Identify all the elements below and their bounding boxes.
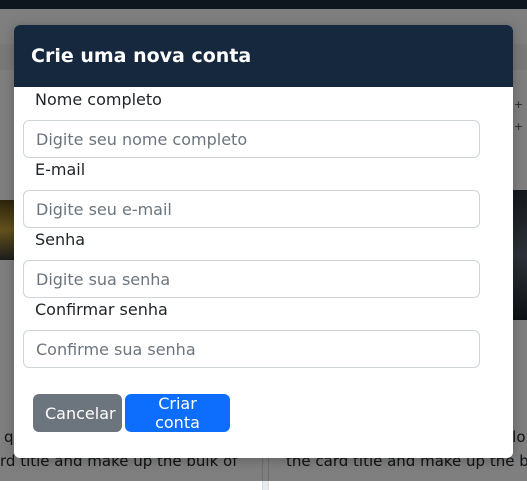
confirm-password-label: Confirmar senha bbox=[35, 300, 168, 319]
modal-title: Crie uma nova conta bbox=[31, 45, 252, 67]
password-input[interactable] bbox=[23, 260, 480, 298]
create-account-modal: Crie uma nova conta Nome completo E-mail… bbox=[14, 25, 513, 458]
email-label: E-mail bbox=[35, 160, 86, 179]
full-name-input[interactable] bbox=[23, 120, 480, 158]
create-account-button[interactable]: Criar conta bbox=[125, 394, 230, 432]
cancel-button[interactable]: Cancelar bbox=[33, 394, 122, 432]
password-label: Senha bbox=[35, 230, 86, 249]
email-input[interactable] bbox=[23, 190, 480, 228]
confirm-password-input[interactable] bbox=[23, 330, 480, 368]
modal-header: Crie uma nova conta bbox=[14, 25, 513, 87]
full-name-label: Nome completo bbox=[35, 90, 162, 109]
